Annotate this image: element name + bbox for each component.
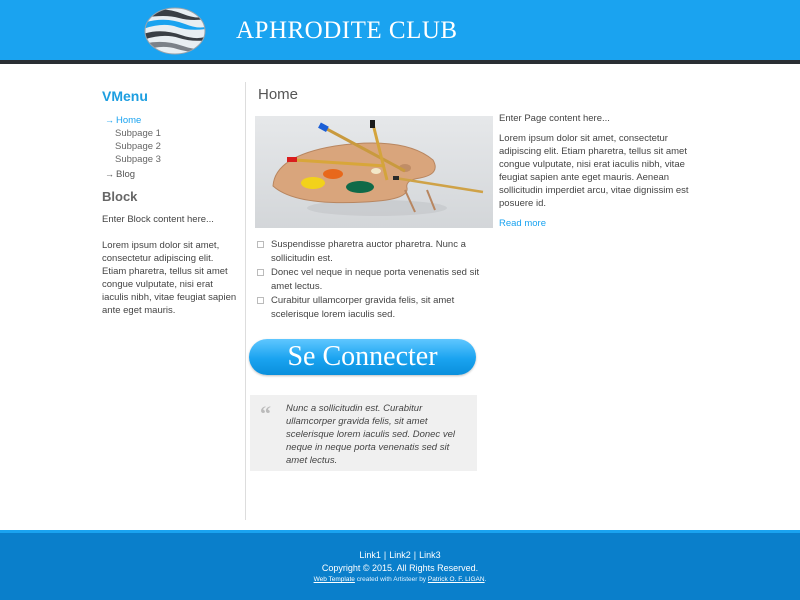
site-title: APHRODITE CLUB xyxy=(236,17,458,44)
vmenu: → Home Subpage 1 Subpage 2 Subpage 3 → Blo… xyxy=(102,114,237,181)
page-text: Lorem ipsum dolor sit amet, consectetur … xyxy=(499,133,689,209)
bullet-square-icon xyxy=(257,297,264,304)
list-item: Curabitur ullamcorper gravida felis, sit… xyxy=(257,294,482,321)
web-template-link[interactable]: Web Template xyxy=(314,576,355,583)
footer-links: Link1 | Link2 | Link3 xyxy=(0,550,800,560)
page-title: Home xyxy=(258,86,299,103)
vmenu-title: VMenu xyxy=(102,88,148,104)
link-separator: | xyxy=(383,550,387,560)
footer-link-3[interactable]: Link3 xyxy=(419,550,441,560)
vmenu-item-label: Home xyxy=(116,115,142,126)
block-title: Block xyxy=(102,189,138,204)
vmenu-item-home[interactable]: → Home xyxy=(102,114,237,127)
credit-text: created with Artisteer by xyxy=(354,576,428,583)
list-item-text: Suspendisse pharetra auctor pharetra. Nu… xyxy=(271,239,466,264)
column-divider xyxy=(245,82,246,520)
quote-text: Nunc a sollicitudin est. Curabitur ullam… xyxy=(286,403,455,466)
bullet-square-icon xyxy=(257,241,264,248)
arrow-right-icon: → xyxy=(105,115,114,125)
author-link[interactable]: Patrick O. F. LIGAN xyxy=(428,576,485,583)
site-header: APHRODITE CLUB xyxy=(0,0,800,60)
block-intro: Enter Block content here... xyxy=(102,214,214,225)
quote-mark-icon: “ xyxy=(260,401,271,426)
vmenu-item-subpage-2[interactable]: Subpage 2 xyxy=(102,140,237,153)
sidebar: VMenu → Home Subpage 1 Subpage 2 Subpage … xyxy=(102,88,237,317)
content-column: Enter Page content here... Lorem ipsum d… xyxy=(499,112,704,230)
footer-credit: Web Template created with Artisteer by P… xyxy=(0,576,800,583)
blockquote: “ Nunc a sollicitudin est. Curabitur ull… xyxy=(250,395,477,471)
block-text: Lorem ipsum dolor sit amet, consectetur … xyxy=(102,240,237,316)
vmenu-item-label: Blog xyxy=(116,169,136,180)
page-intro: Enter Page content here... xyxy=(499,113,610,124)
credit-end: . xyxy=(484,576,487,583)
list-item: Donec vel neque in neque porta venenatis… xyxy=(257,266,482,293)
vmenu-item-blog[interactable]: → Blog xyxy=(102,168,237,181)
footer-link-2[interactable]: Link2 xyxy=(389,550,411,560)
site-footer: Link1 | Link2 | Link3 Copyright © 2015. All … xyxy=(0,530,800,600)
arrow-right-icon: → xyxy=(105,169,114,179)
header-divider xyxy=(0,60,800,64)
footer-link-1[interactable]: Link1 xyxy=(359,550,381,560)
striped-globe-icon[interactable] xyxy=(143,6,207,56)
bullet-square-icon xyxy=(257,269,264,276)
bullet-list: Suspendisse pharetra auctor pharetra. Nu… xyxy=(257,238,482,322)
read-more-link[interactable]: Read more xyxy=(499,217,704,230)
paint-palette-brushes-image xyxy=(255,116,493,228)
vmenu-item-subpage-3[interactable]: Subpage 3 xyxy=(102,153,237,166)
link-separator: | xyxy=(413,550,417,560)
connect-button[interactable]: Se Connecter xyxy=(249,339,476,375)
list-item-text: Donec vel neque in neque porta venenatis… xyxy=(271,267,480,292)
copyright-text: Copyright © 2015. All Rights Reserved. xyxy=(321,563,479,573)
list-item: Suspendisse pharetra auctor pharetra. Nu… xyxy=(257,238,482,265)
vmenu-item-subpage-1[interactable]: Subpage 1 xyxy=(102,127,237,140)
list-item-text: Curabitur ullamcorper gravida felis, sit… xyxy=(271,295,455,320)
